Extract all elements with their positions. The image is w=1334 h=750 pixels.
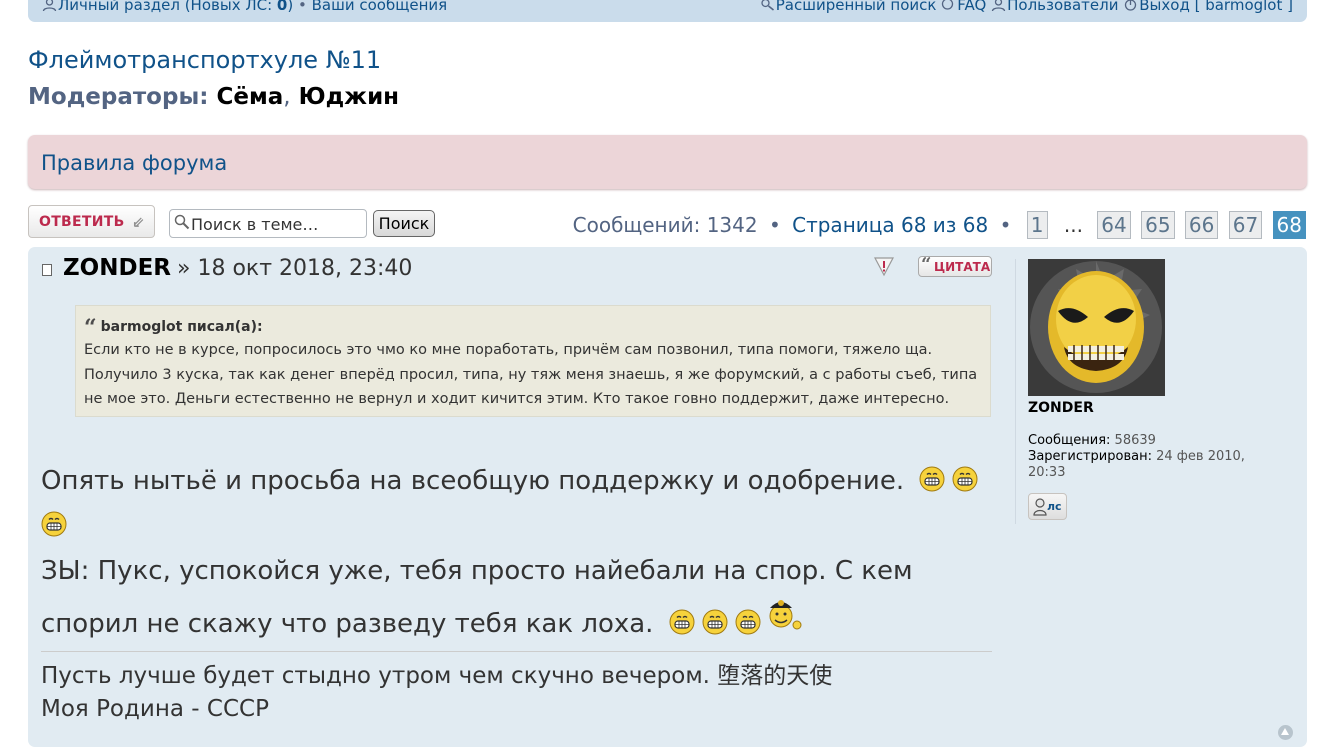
personal-area-link[interactable]: Личный раздел (Новых ЛС: 0) [58, 0, 293, 14]
post: ZONDER » 18 окт 2018, 23:40 “ ЦИТАТА “ba… [28, 247, 1307, 747]
quote-icon: “ [921, 254, 932, 275]
quote-author: barmoglot писал(а): [100, 319, 263, 335]
help-icon [942, 0, 954, 10]
quoted-message: “barmoglot писал(а): Если кто не в курсе… [75, 305, 991, 417]
signature: Пусть лучше будет стыдно утром чем скучн… [41, 660, 832, 726]
search-button[interactable]: Поиск [373, 210, 435, 237]
grin-smiley-icon [919, 466, 945, 492]
faq-link[interactable]: FAQ [957, 0, 986, 14]
forum-rules-panel: Правила форума [28, 135, 1307, 189]
moderators-label: Модераторы: [28, 84, 209, 110]
quote-button[interactable]: “ ЦИТАТА [918, 254, 992, 277]
grin-smiley-icon [735, 609, 761, 635]
pm-label: лс [1047, 500, 1062, 513]
search-icon [174, 214, 190, 230]
power-icon [1125, 0, 1137, 11]
pagination: Сообщений: 1342 • Страница 68 из 68 • 1 … [573, 211, 1306, 241]
navbar-right: Расширенный поиск FAQ Пользователи Выход… [760, 0, 1293, 14]
users-icon [991, 0, 1006, 11]
page-link-65[interactable]: 65 [1141, 211, 1175, 239]
moderator-link[interactable]: Юджин [299, 84, 399, 110]
your-posts-link[interactable]: Ваши сообщения [312, 0, 448, 14]
reply-button-label: ОТВЕТИТЬ [39, 214, 125, 230]
page-link-1[interactable]: 1 [1026, 211, 1048, 239]
pagination-ellipsis: ... [1063, 213, 1083, 237]
current-page: 68 [1272, 211, 1306, 239]
police-smiley-icon [769, 600, 802, 630]
signature-line-2: Моя Родина - СССР [41, 696, 269, 722]
grin-smiley-icon [41, 511, 67, 537]
advanced-search-link[interactable]: Расширенный поиск [776, 0, 937, 14]
navbar-left: Личный раздел (Новых ЛС: 0) • Ваши сообщ… [42, 0, 447, 14]
avatar [1028, 259, 1165, 396]
quote-text: Если кто не в курсе, попросилось это чмо… [84, 342, 978, 407]
pm-user-icon [1033, 498, 1047, 516]
post-icon[interactable] [42, 264, 52, 276]
profile-registered: Зарегистрирован: 24 фев 2010, 20:33 [1028, 449, 1245, 480]
post-content: Опять нытьё и просьба на всеобщую поддер… [41, 459, 1001, 647]
users-link[interactable]: Пользователи [1007, 0, 1118, 14]
report-icon[interactable] [873, 255, 895, 277]
signature-line-1: Пусть лучше будет стыдно утром чем скучн… [41, 663, 833, 689]
profile-posts-value: 58639 [1114, 433, 1156, 448]
reply-arrow-icon: ⇙ [132, 213, 145, 231]
user-icon [42, 0, 57, 11]
pagination-separator: • [999, 213, 1012, 237]
profile-divider [1015, 259, 1016, 524]
topic-search-input[interactable] [191, 213, 363, 235]
unread-count: 0 [276, 0, 288, 14]
logout-link[interactable]: Выход [ barmoglot ] [1139, 0, 1293, 14]
page-link-66[interactable]: 66 [1184, 211, 1219, 239]
grin-smiley-icon [669, 609, 695, 635]
post-author[interactable]: ZONDER [63, 255, 171, 281]
forum-title[interactable]: Флеймотранспортхуле №11 [28, 46, 381, 74]
page-link-67[interactable]: 67 [1228, 211, 1263, 239]
post-count: Сообщений: 1342 [572, 213, 758, 237]
nav-separator: • [298, 0, 307, 14]
quote-button-label: ЦИТАТА [934, 260, 991, 274]
post-date: » 18 окт 2018, 23:40 [177, 256, 413, 281]
forum-rules-link[interactable]: Правила форума [41, 151, 227, 175]
profile-stats: Сообщения: 58639 Зарегистрирован: 24 фев… [1028, 433, 1278, 481]
top-navbar: Личный раздел (Новых ЛС: 0) • Ваши сообщ… [28, 0, 1307, 22]
post-line-1: Опять нытьё и просьба на всеобщую поддер… [41, 466, 905, 496]
moderator-link[interactable]: Сёма [216, 84, 283, 110]
reply-button[interactable]: ОТВЕТИТЬ ⇙ [28, 205, 155, 238]
page-info[interactable]: Страница 68 из 68 [792, 213, 988, 237]
back-to-top-icon[interactable] [1278, 725, 1293, 740]
pagination-separator: • [768, 213, 781, 237]
moderator-comma: , [283, 84, 291, 110]
profile-posts: Сообщения: 58639 [1028, 433, 1156, 448]
page-link-64[interactable]: 64 [1097, 211, 1131, 239]
grin-smiley-icon [702, 609, 728, 635]
moderators: Модераторы: Сёма, Юджин [28, 84, 399, 110]
profile-username[interactable]: ZONDER [1028, 400, 1094, 416]
grin-smiley-icon [952, 466, 978, 492]
search-icon [761, 0, 774, 11]
private-message-button[interactable]: лс [1028, 493, 1067, 520]
signature-divider [41, 651, 992, 652]
topic-search-box [169, 209, 367, 238]
